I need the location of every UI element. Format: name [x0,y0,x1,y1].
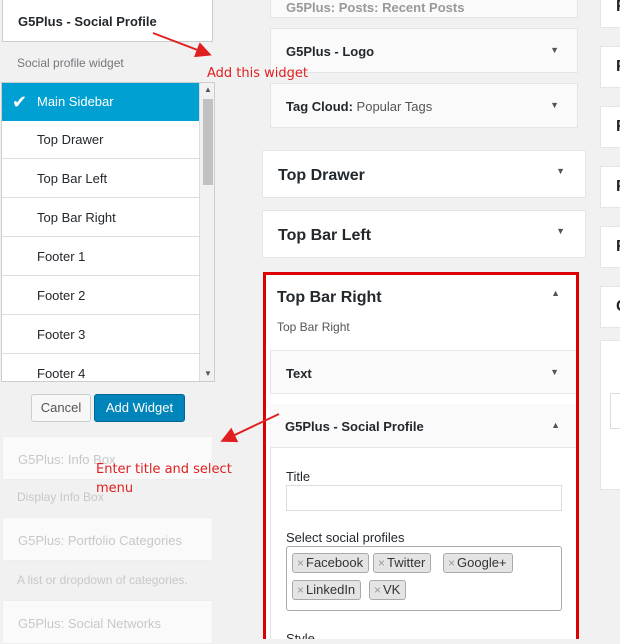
arrow-to-social-profile [220,413,280,443]
annotation-arrows [152,32,280,443]
arrow-to-widget [152,32,212,58]
annotation-enter-title-line1: Enter title and select [96,462,232,477]
annotation-add-widget: Add this widget [207,66,308,81]
annotation-enter-title-line2: menu [96,481,134,496]
